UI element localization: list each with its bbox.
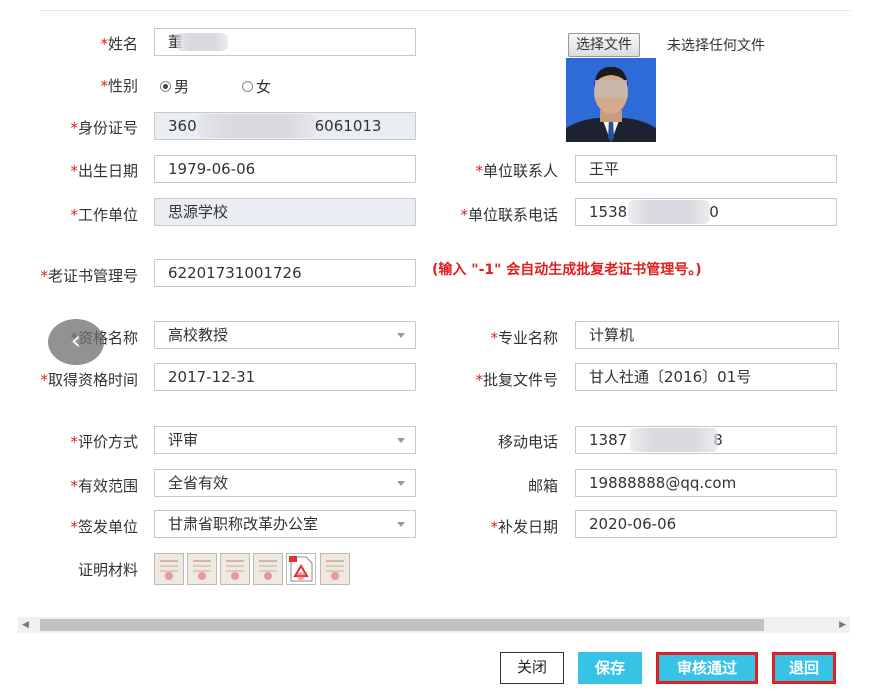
issuer-select[interactable]: 甘肃省职称改革办公室: [154, 510, 416, 538]
label-valid-scope: *有效范围: [70, 477, 138, 495]
label-issuer: *签发单位: [70, 518, 138, 536]
redaction-blur: [198, 114, 316, 138]
label-major: *专业名称: [490, 329, 558, 347]
choose-file-button[interactable]: 选择文件: [568, 33, 640, 57]
material-thumbnail[interactable]: [154, 553, 184, 585]
prev-arrow-button[interactable]: ‹: [48, 319, 104, 365]
major-field[interactable]: 计算机: [575, 321, 839, 349]
work-unit-field: 思源学校: [154, 198, 416, 226]
scroll-left-icon[interactable]: ◀: [22, 620, 29, 630]
gender-radio-female[interactable]: 女: [242, 76, 271, 97]
close-button[interactable]: 关闭: [500, 652, 564, 684]
label-name: *姓名: [100, 35, 138, 53]
radio-selected-icon[interactable]: [160, 81, 171, 92]
redaction-blur: [628, 200, 710, 224]
material-thumbnail[interactable]: [187, 553, 217, 585]
id-photo: [566, 58, 656, 142]
label-unit-contact: *单位联系人: [475, 162, 558, 180]
label-work-unit: *工作单位: [70, 206, 138, 224]
cert-number-hint: (输入 "-1" 会自动生成批复老证书管理号。): [432, 262, 702, 278]
eval-method-select[interactable]: 评审: [154, 426, 416, 454]
return-button[interactable]: 退回: [772, 652, 836, 684]
approval-doc-field[interactable]: 甘人社通〔2016〕01号: [575, 363, 837, 391]
label-approval-doc: *批复文件号: [475, 371, 558, 389]
birth-date-field[interactable]: 1979-06-06: [154, 155, 416, 183]
unit-contact-field[interactable]: 王平: [575, 155, 837, 183]
label-reissue-date: *补发日期: [490, 518, 558, 536]
file-status-text: 未选择任何文件: [667, 38, 765, 54]
material-thumbnail[interactable]: [320, 553, 350, 585]
label-qual-date: *取得资格时间: [40, 371, 138, 389]
broken-image-thumbnail[interactable]: [286, 553, 316, 585]
horizontal-scrollbar[interactable]: ◀ ▶: [18, 617, 850, 633]
label-id-number: *身份证号: [70, 119, 138, 137]
label-unit-phone: *单位联系电话: [460, 206, 558, 224]
material-thumbnail[interactable]: [253, 553, 283, 585]
gender-radio-male[interactable]: 男: [160, 76, 189, 97]
label-cert-number: *老证书管理号: [40, 267, 138, 285]
reissue-date-field[interactable]: 2020-06-06: [575, 510, 837, 538]
label-email: 邮箱: [527, 477, 558, 495]
cert-number-field[interactable]: 62201731001726: [154, 259, 416, 287]
redaction-blur: [630, 428, 718, 452]
label-gender: *性别: [100, 77, 138, 95]
label-mobile: 移动电话: [497, 433, 558, 451]
email-field[interactable]: 19888888@qq.com: [575, 469, 837, 497]
qual-date-field[interactable]: 2017-12-31: [154, 363, 416, 391]
save-button[interactable]: 保存: [578, 652, 642, 684]
scrollbar-thumb[interactable]: [40, 619, 764, 631]
scroll-right-icon[interactable]: ▶: [839, 620, 846, 630]
label-materials: 证明材料: [77, 561, 138, 579]
approve-button[interactable]: 审核通过: [656, 652, 758, 684]
redaction-blur: [176, 33, 228, 51]
label-birth-date: *出生日期: [70, 162, 138, 180]
top-divider: [40, 10, 850, 11]
qualification-select[interactable]: 高校教授: [154, 321, 416, 349]
radio-unselected-icon[interactable]: [242, 81, 253, 92]
valid-scope-select[interactable]: 全省有效: [154, 469, 416, 497]
label-eval-method: *评价方式: [70, 433, 138, 451]
material-thumbnail[interactable]: [220, 553, 250, 585]
